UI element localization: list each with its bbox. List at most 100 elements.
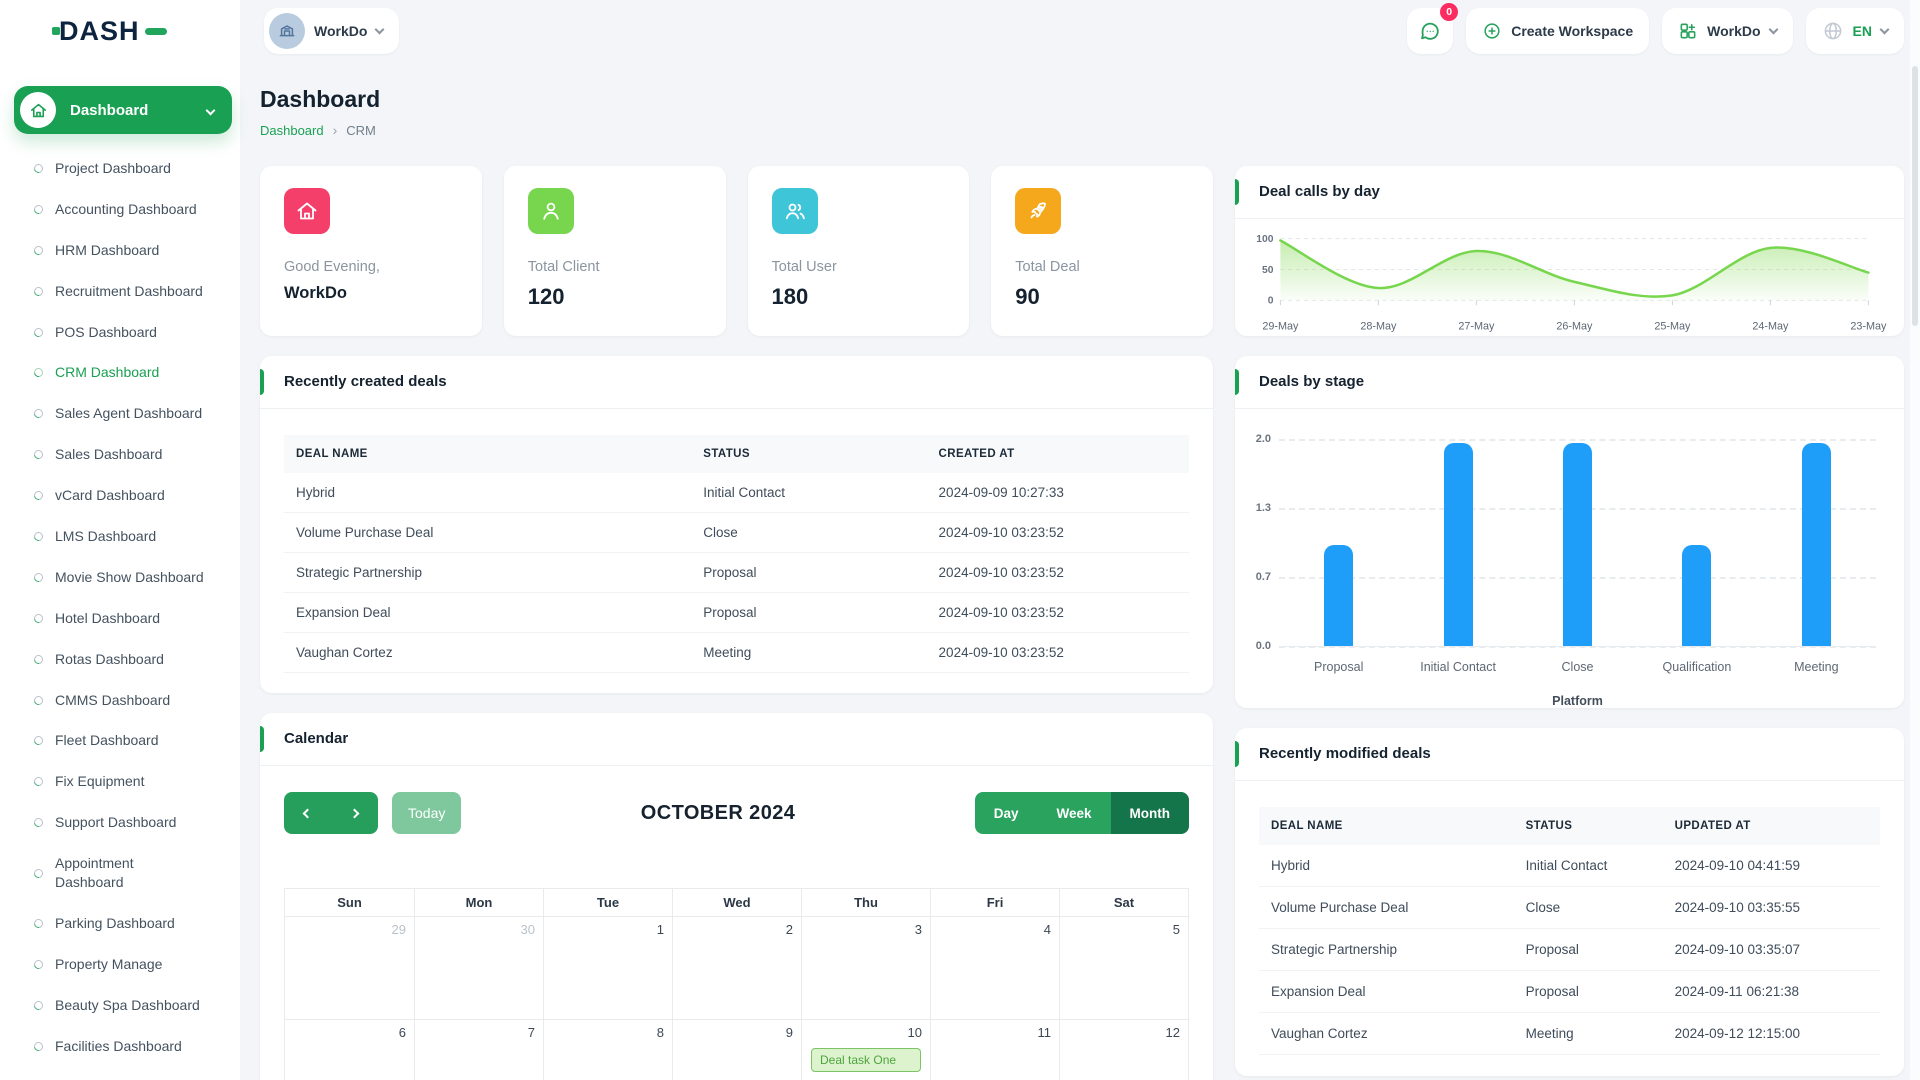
- messages-button[interactable]: 0: [1407, 8, 1453, 54]
- table-row: Strategic PartnershipProposal2024-09-10 …: [284, 553, 1189, 593]
- recently-created-table: DEAL NAMESTATUSCREATED AT HybridInitial …: [284, 435, 1189, 673]
- main-content: Dashboard Dashboard › CRM Good Evening,W…: [240, 0, 1920, 1080]
- svg-text:25-May: 25-May: [1654, 320, 1691, 332]
- workspace-selector[interactable]: WorkDo: [264, 8, 399, 54]
- calendar-day-number: 6: [399, 1025, 406, 1040]
- workspace-name: WorkDo: [314, 23, 367, 39]
- table-cell: Close: [691, 513, 926, 553]
- bullet-icon: [32, 958, 45, 971]
- calendar-view-month[interactable]: Month: [1111, 792, 1189, 834]
- sidebar-item-label: Recruitment Dashboard: [55, 282, 203, 301]
- app-logo[interactable]: DASH: [52, 16, 167, 47]
- sidebar-menu: Project Dashboard Accounting Dashboard HRM…: [0, 148, 240, 1066]
- calendar-day-cell[interactable]: 7: [414, 1019, 543, 1080]
- stat-card-good-evening: Good Evening,WorkDo: [260, 166, 482, 336]
- breadcrumb-separator: ›: [333, 122, 338, 138]
- sidebar-item-label: Appointment Dashboard: [55, 854, 163, 892]
- calendar-day-cell[interactable]: 5: [1059, 917, 1188, 1019]
- sidebar-item-label: Accounting Dashboard: [55, 200, 197, 219]
- sidebar-item-appointment-dashboard[interactable]: Appointment Dashboard: [0, 843, 240, 903]
- scrollbar-thumb[interactable]: [1912, 66, 1918, 326]
- chevron-down-icon: [375, 25, 385, 35]
- calendar-day-cell[interactable]: 1: [543, 917, 672, 1019]
- sidebar-item-beauty-spa-dashboard[interactable]: Beauty Spa Dashboard: [0, 985, 240, 1026]
- sidebar-item-hotel-dashboard[interactable]: Hotel Dashboard: [0, 598, 240, 639]
- bullet-icon: [32, 694, 45, 707]
- page-scrollbar[interactable]: [1910, 0, 1920, 1080]
- sidebar-item-fleet-dashboard[interactable]: Fleet Dashboard: [0, 720, 240, 761]
- calendar-day-header: Wed: [672, 889, 801, 917]
- calendar-day-header: Thu: [801, 889, 930, 917]
- sidebar-item-project-dashboard[interactable]: Project Dashboard: [0, 148, 240, 189]
- calendar-event[interactable]: Deal task One: [811, 1048, 921, 1072]
- apps-selector[interactable]: WorkDo: [1662, 8, 1792, 54]
- sidebar-item-parking-dashboard[interactable]: Parking Dashboard: [0, 903, 240, 944]
- bar[interactable]: [1444, 443, 1473, 646]
- language-selector[interactable]: EN: [1806, 8, 1904, 54]
- sidebar-item-recruitment-dashboard[interactable]: Recruitment Dashboard: [0, 271, 240, 312]
- calendar-day-cell[interactable]: 4: [930, 917, 1059, 1019]
- sidebar-group-dashboard[interactable]: Dashboard: [14, 86, 232, 134]
- bar[interactable]: [1802, 443, 1831, 646]
- calendar-day-cell[interactable]: 9: [672, 1019, 801, 1080]
- deals-by-stage-panel: Deals by stage 2.01.30.70.0 ProposalInit…: [1235, 356, 1904, 708]
- sidebar-item-vcard-dashboard[interactable]: vCard Dashboard: [0, 475, 240, 516]
- sidebar-item-lms-dashboard[interactable]: LMS Dashboard: [0, 516, 240, 557]
- bullet-icon: [32, 735, 45, 748]
- calendar-day-cell[interactable]: 10Deal task One: [801, 1019, 930, 1080]
- calendar-view-week[interactable]: Week: [1037, 792, 1110, 834]
- calendar-month-title: OCTOBER 2024: [461, 802, 974, 825]
- calendar-day-cell[interactable]: 30: [414, 917, 543, 1019]
- table-cell: 2024-09-11 06:21:38: [1663, 971, 1880, 1013]
- bullet-icon: [32, 999, 45, 1012]
- calendar-day-number: 1: [657, 922, 664, 937]
- stat-card-total-deal: Total Deal90: [991, 166, 1213, 336]
- create-workspace-label: Create Workspace: [1511, 23, 1633, 39]
- calendar-day-header: Mon: [414, 889, 543, 917]
- sidebar-item-pos-dashboard[interactable]: POS Dashboard: [0, 312, 240, 353]
- topbar: WorkDo 0 Create Workspace WorkDo EN: [240, 0, 1920, 62]
- sidebar-item-movie-show-dashboard[interactable]: Movie Show Dashboard: [0, 557, 240, 598]
- calendar-day-cell[interactable]: 29: [285, 917, 414, 1019]
- calendar-today-button[interactable]: Today: [392, 792, 461, 834]
- calendar-prev-button[interactable]: [284, 792, 331, 834]
- table-cell: 2024-09-10 03:23:52: [927, 593, 1189, 633]
- sidebar-item-sales-agent-dashboard[interactable]: Sales Agent Dashboard: [0, 393, 240, 434]
- bar[interactable]: [1563, 443, 1592, 646]
- create-workspace-button[interactable]: Create Workspace: [1466, 8, 1649, 54]
- calendar-next-button[interactable]: [331, 792, 378, 834]
- sidebar-item-property-manage[interactable]: Property Manage: [0, 944, 240, 985]
- calendar-view-day[interactable]: Day: [975, 792, 1038, 834]
- calendar-day-cell[interactable]: 6: [285, 1019, 414, 1080]
- sidebar-item-crm-dashboard[interactable]: CRM Dashboard: [0, 352, 240, 393]
- bar[interactable]: [1324, 545, 1353, 646]
- sidebar-item-facilities-dashboard[interactable]: Facilities Dashboard: [0, 1026, 240, 1067]
- breadcrumb-current: CRM: [346, 123, 376, 138]
- stat-value: 180: [772, 284, 946, 310]
- sidebar-item-hrm-dashboard[interactable]: HRM Dashboard: [0, 230, 240, 271]
- calendar-day-cell[interactable]: 11: [930, 1019, 1059, 1080]
- sidebar-item-accounting-dashboard[interactable]: Accounting Dashboard: [0, 189, 240, 230]
- sidebar-item-rotas-dashboard[interactable]: Rotas Dashboard: [0, 639, 240, 680]
- sidebar-item-label: POS Dashboard: [55, 323, 157, 342]
- sidebar-item-support-dashboard[interactable]: Support Dashboard: [0, 802, 240, 843]
- calendar-day-cell[interactable]: 8: [543, 1019, 672, 1080]
- stats-row: Good Evening,WorkDoTotal Client120Total …: [260, 166, 1213, 336]
- bar[interactable]: [1682, 545, 1711, 646]
- stat-value: WorkDo: [284, 284, 458, 303]
- sidebar-item-fix-equipment[interactable]: Fix Equipment: [0, 761, 240, 802]
- recently-created-title: Recently created deals: [284, 373, 447, 390]
- breadcrumb-dashboard[interactable]: Dashboard: [260, 123, 324, 138]
- bullet-icon: [32, 530, 45, 543]
- sidebar-item-label: Movie Show Dashboard: [55, 568, 204, 587]
- bar-category-label: Initial Contact: [1398, 660, 1517, 674]
- bullet-icon: [32, 816, 45, 829]
- calendar-day-number: 30: [521, 922, 535, 937]
- calendar-day-cell[interactable]: 12: [1059, 1019, 1188, 1080]
- svg-text:100: 100: [1256, 234, 1274, 245]
- sidebar-item-sales-dashboard[interactable]: Sales Dashboard: [0, 434, 240, 475]
- calendar-day-cell[interactable]: 3: [801, 917, 930, 1019]
- svg-text:50: 50: [1262, 265, 1274, 276]
- sidebar-item-cmms-dashboard[interactable]: CMMS Dashboard: [0, 680, 240, 721]
- calendar-day-cell[interactable]: 2: [672, 917, 801, 1019]
